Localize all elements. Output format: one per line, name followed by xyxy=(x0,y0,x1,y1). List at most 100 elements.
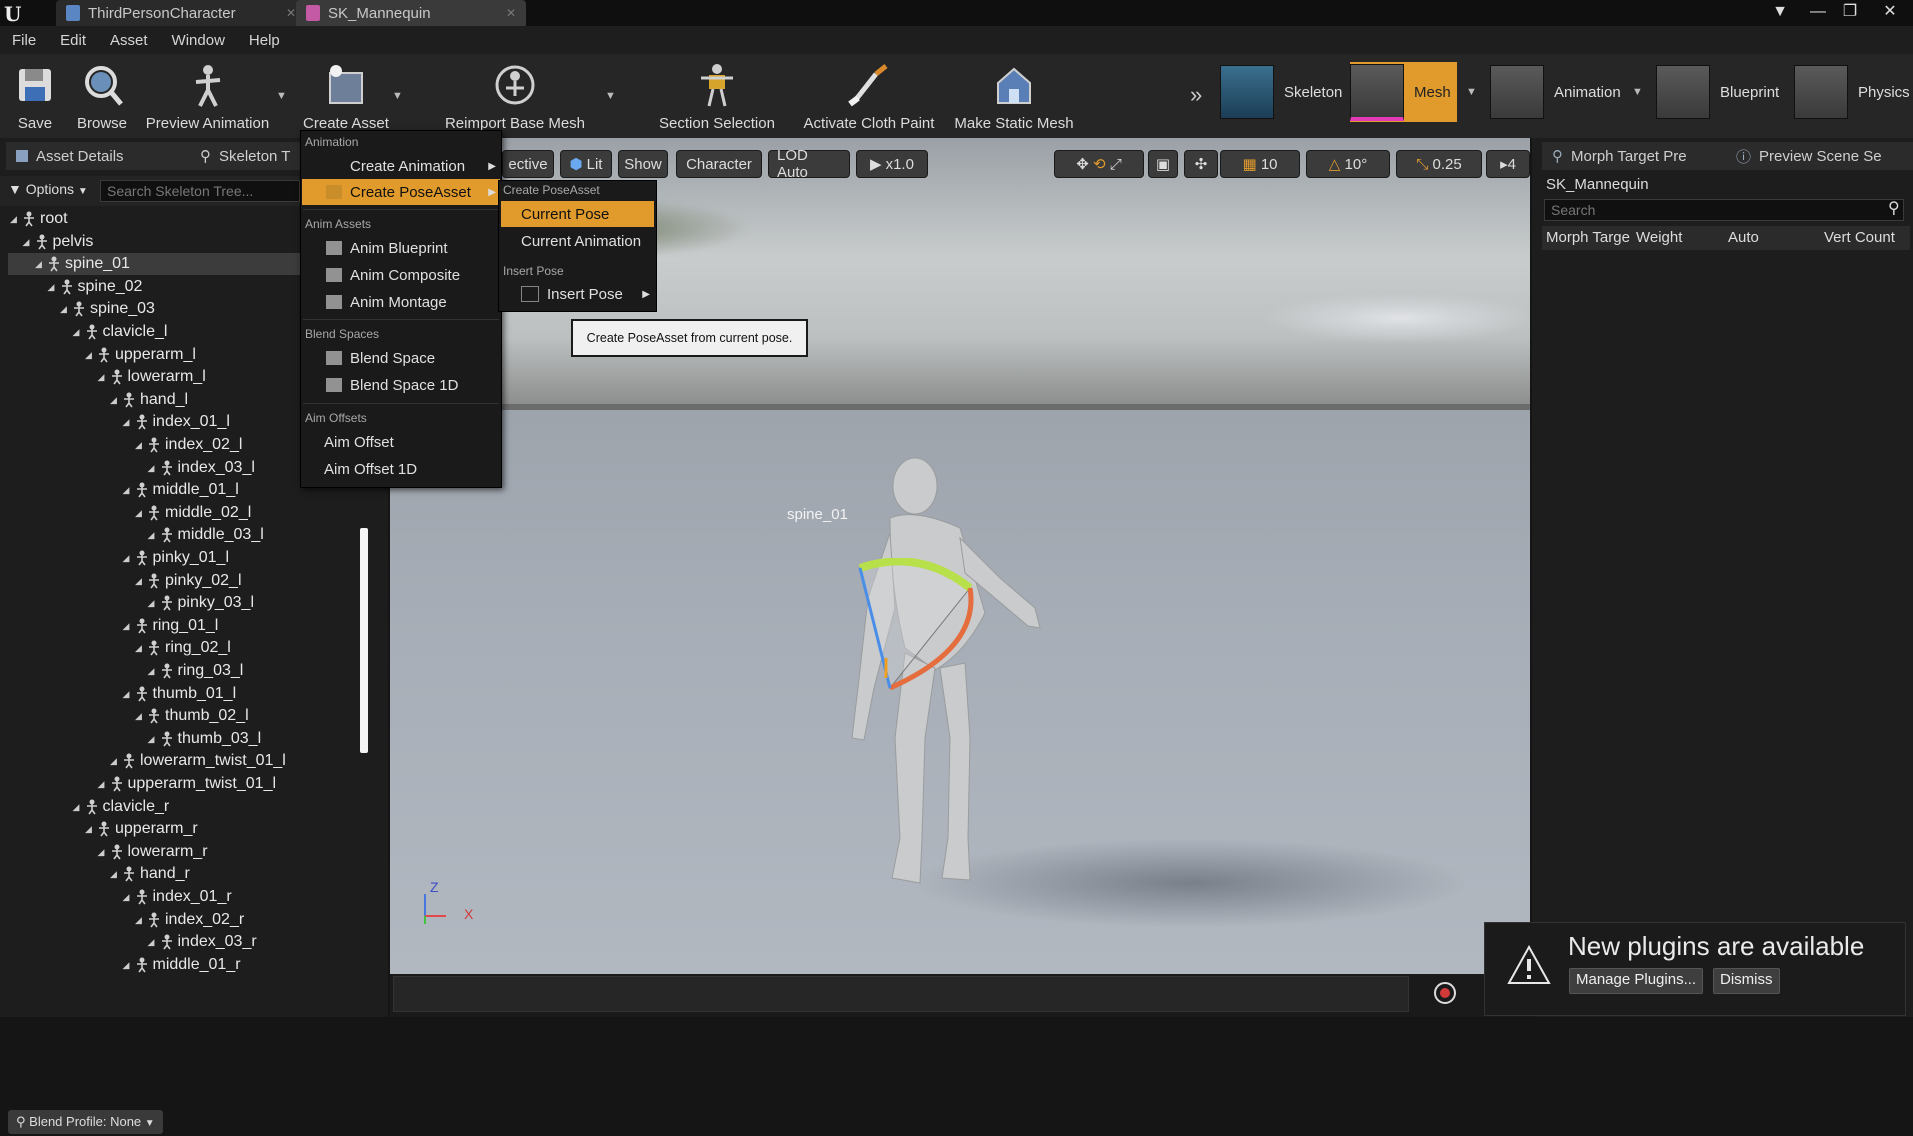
column-header[interactable]: Vert Count xyxy=(1824,229,1895,246)
tree-row[interactable]: ◢ index_03_r xyxy=(8,931,360,953)
more-icon[interactable]: » xyxy=(1190,82,1202,108)
expand-triangle-icon[interactable]: ◢ xyxy=(98,773,110,795)
surface-snap-icon[interactable]: ✣ xyxy=(1184,150,1218,178)
tree-row[interactable]: ◢ middle_01_r xyxy=(8,954,360,976)
expand-triangle-icon[interactable]: ◢ xyxy=(135,502,147,524)
preview-animation-button[interactable]: Preview Animation xyxy=(140,56,275,136)
expand-triangle-icon[interactable]: ◢ xyxy=(60,298,72,320)
menu-item-create-poseasset[interactable]: Create PoseAsset ▶ xyxy=(302,179,500,205)
expand-triangle-icon[interactable]: ◢ xyxy=(85,818,97,840)
perspective-button[interactable]: ective xyxy=(502,150,554,178)
tab-asset-details[interactable]: Asset Details xyxy=(6,142,196,170)
expand-triangle-icon[interactable]: ◢ xyxy=(123,411,135,433)
close-icon[interactable]: ✕ xyxy=(506,6,516,20)
expand-triangle-icon[interactable]: ◢ xyxy=(123,683,135,705)
menu-window[interactable]: Window xyxy=(160,32,237,49)
chevron-down-icon[interactable]: ▼ xyxy=(1632,86,1643,98)
record-icon[interactable] xyxy=(1434,982,1456,1004)
section-selection-button[interactable]: Section Selection xyxy=(652,56,782,136)
skeleton-search-input[interactable]: Search Skeleton Tree... xyxy=(100,180,300,202)
menu-item-aim-offset-1d[interactable]: Aim Offset 1D xyxy=(302,456,522,482)
tree-row[interactable]: ◢ ring_03_l xyxy=(8,660,360,682)
rotation-snap-toggle[interactable]: △ 10° xyxy=(1306,150,1390,178)
close-icon[interactable]: ✕ xyxy=(286,6,296,20)
tree-row[interactable]: ◢ thumb_02_l xyxy=(8,705,360,727)
mode-skeleton[interactable]: Skeleton xyxy=(1220,62,1342,122)
lod-button[interactable]: LOD Auto xyxy=(768,147,850,181)
expand-triangle-icon[interactable]: ◢ xyxy=(148,660,160,682)
menu-edit[interactable]: Edit xyxy=(48,32,98,49)
expand-triangle-icon[interactable]: ◢ xyxy=(85,344,97,366)
expand-triangle-icon[interactable]: ◢ xyxy=(148,592,160,614)
chevron-down-icon[interactable]: ▼ xyxy=(605,90,616,102)
tree-row[interactable]: ◢ hand_r xyxy=(8,863,360,885)
menu-item-blend-space-1d[interactable]: Blend Space 1D xyxy=(302,372,500,398)
expand-triangle-icon[interactable]: ◢ xyxy=(123,547,135,569)
lit-button[interactable]: ⬢ Lit xyxy=(560,150,612,178)
tree-row[interactable]: ◢ upperarm_r xyxy=(8,818,360,840)
chevron-down-icon[interactable]: ▼ xyxy=(276,90,287,102)
expand-triangle-icon[interactable]: ◢ xyxy=(110,863,122,885)
tab-sk-mannequin[interactable]: SK_Mannequin ✕ xyxy=(296,0,526,26)
grid-snap-toggle[interactable]: ▦ 10 xyxy=(1220,150,1300,178)
expand-triangle-icon[interactable]: ◢ xyxy=(148,728,160,750)
menu-item-anim-blueprint[interactable]: Anim Blueprint xyxy=(302,235,500,261)
unreal-logo-icon[interactable]: U xyxy=(4,2,26,26)
menu-item-anim-montage[interactable]: Anim Montage xyxy=(302,289,500,315)
expand-triangle-icon[interactable]: ◢ xyxy=(148,931,160,953)
expand-triangle-icon[interactable]: ◢ xyxy=(123,954,135,976)
expand-triangle-icon[interactable]: ◢ xyxy=(23,231,35,253)
expand-triangle-icon[interactable]: ◢ xyxy=(148,524,160,546)
menu-item-anim-composite[interactable]: Anim Composite xyxy=(302,262,500,288)
tab-thirdpersoncharacter[interactable]: ThirdPersonCharacter ✕ xyxy=(56,0,306,26)
expand-triangle-icon[interactable]: ◢ xyxy=(35,253,47,275)
expand-triangle-icon[interactable]: ◢ xyxy=(123,479,135,501)
column-header[interactable]: Auto xyxy=(1728,229,1759,246)
column-header[interactable]: Morph Targe xyxy=(1546,229,1630,246)
tree-scrollbar[interactable] xyxy=(360,528,368,753)
expand-triangle-icon[interactable]: ◢ xyxy=(48,276,60,298)
column-header[interactable]: Weight xyxy=(1636,229,1682,246)
close-window-icon[interactable]: ✕ xyxy=(1876,0,1904,24)
manage-plugins-button[interactable]: Manage Plugins... xyxy=(1569,968,1704,994)
menu-file[interactable]: File xyxy=(0,32,48,49)
menu-item-insert-pose[interactable]: Insert Pose ▶ xyxy=(501,281,654,307)
mode-physics[interactable]: Physics xyxy=(1794,62,1910,122)
tree-row[interactable]: ◢ lowerarm_r xyxy=(8,841,360,863)
expand-triangle-icon[interactable]: ◢ xyxy=(98,841,110,863)
menu-item-current-animation[interactable]: Current Animation xyxy=(501,228,654,254)
expand-triangle-icon[interactable]: ◢ xyxy=(110,750,122,772)
tab-morph-target-preview[interactable]: ⚲ Morph Target Pre xyxy=(1542,142,1738,170)
chevron-down-icon[interactable]: ▼ xyxy=(1466,86,1477,98)
menu-asset[interactable]: Asset xyxy=(98,32,160,49)
camera-speed-button[interactable]: ▸ 4 xyxy=(1486,150,1530,178)
browse-button[interactable]: Browse xyxy=(72,56,132,136)
tree-row[interactable]: ◢ clavicle_r xyxy=(8,796,360,818)
menu-help[interactable]: Help xyxy=(237,32,292,49)
tree-row[interactable]: ◢ pinky_01_l xyxy=(8,547,360,569)
options-button[interactable]: ▼ Options ▼ xyxy=(8,181,88,197)
expand-triangle-icon[interactable]: ◢ xyxy=(73,321,85,343)
expand-triangle-icon[interactable]: ◢ xyxy=(135,570,147,592)
expand-triangle-icon[interactable]: ◢ xyxy=(123,886,135,908)
tree-row[interactable]: ◢ ring_02_l xyxy=(8,637,360,659)
minimize-icon[interactable]: — xyxy=(1804,0,1832,24)
activate-cloth-paint-button[interactable]: Activate Cloth Paint xyxy=(794,56,944,136)
morph-search-input[interactable]: Search xyxy=(1544,199,1904,221)
maximize-icon[interactable]: ❐ xyxy=(1836,0,1864,24)
dismiss-button[interactable]: Dismiss xyxy=(1713,968,1780,994)
menu-item-current-pose[interactable]: Current Pose xyxy=(501,201,654,227)
mode-mesh[interactable]: Mesh xyxy=(1350,62,1457,122)
expand-triangle-icon[interactable]: ◢ xyxy=(135,909,147,931)
tree-row[interactable]: ◢ upperarm_twist_01_l xyxy=(8,773,360,795)
expand-triangle-icon[interactable]: ◢ xyxy=(135,705,147,727)
tree-row[interactable]: ◢ middle_03_l xyxy=(8,524,360,546)
expand-triangle-icon[interactable]: ◢ xyxy=(10,208,22,230)
expand-triangle-icon[interactable]: ◢ xyxy=(135,434,147,456)
make-static-mesh-button[interactable]: Make Static Mesh xyxy=(954,56,1074,136)
world-local-icon[interactable]: ▣ xyxy=(1148,150,1178,178)
create-asset-button[interactable]: Create Asset xyxy=(298,56,394,136)
expand-triangle-icon[interactable]: ◢ xyxy=(98,366,110,388)
tree-row[interactable]: ◢ index_01_r xyxy=(8,886,360,908)
playback-speed-button[interactable]: ▶ x1.0 xyxy=(856,150,928,178)
